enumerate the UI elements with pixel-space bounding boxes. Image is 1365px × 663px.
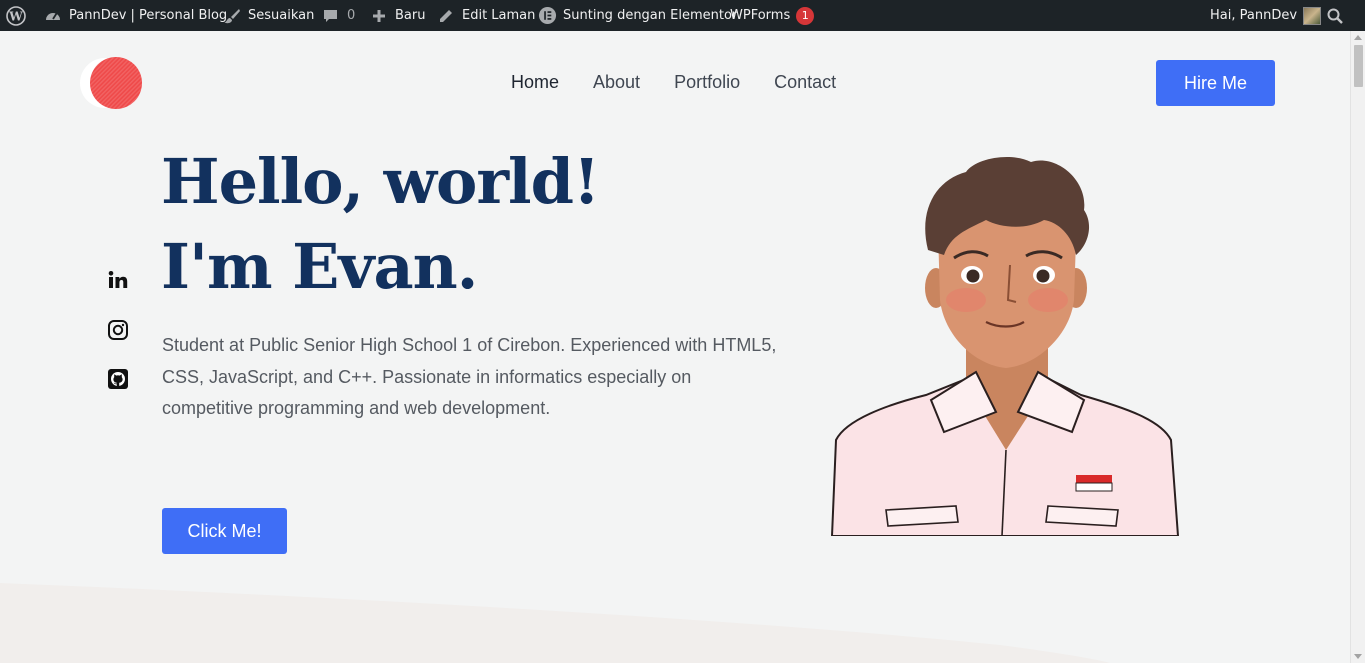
edit-page-label: Edit Laman <box>462 8 536 23</box>
my-account-menu[interactable]: Hai, PannDev <box>1210 0 1322 31</box>
wpforms-notification-badge: 1 <box>796 6 815 25</box>
search-icon <box>1325 6 1345 26</box>
nav-portfolio[interactable]: Portfolio <box>674 72 740 93</box>
comments-count: 0 <box>347 8 356 23</box>
greeting: Hai, PannDev <box>1210 8 1298 23</box>
wpforms-menu[interactable]: WPForms 1 <box>730 0 815 31</box>
site-name: PannDev | Personal Blog <box>69 8 228 23</box>
customize-label: Sesuaikan <box>248 8 315 23</box>
elementor-menu[interactable]: Sunting dengan Elementor <box>537 0 737 31</box>
wordpress-menu[interactable]: W <box>6 0 26 31</box>
page-scrollbar[interactable] <box>1350 31 1365 663</box>
portrait-illustration <box>826 150 1186 537</box>
github-icon[interactable] <box>107 368 129 390</box>
click-me-button[interactable]: Click Me! <box>162 508 287 554</box>
brush-icon <box>222 6 242 26</box>
edit-page-menu[interactable]: Edit Laman <box>436 0 535 31</box>
nav-about[interactable]: About <box>593 72 640 93</box>
hero-title-line-1: Hello, world! <box>161 145 600 218</box>
scroll-down-arrow-icon[interactable] <box>1354 654 1362 659</box>
linkedin-icon[interactable] <box>107 269 129 291</box>
site-name-menu[interactable]: PannDev | Personal Blog <box>43 0 227 31</box>
comment-icon <box>321 6 341 26</box>
pencil-icon <box>436 6 456 26</box>
search-button[interactable] <box>1325 0 1345 31</box>
plus-icon <box>369 6 389 26</box>
avatar <box>1303 6 1322 25</box>
wordpress-icon: W <box>6 5 26 26</box>
new-label: Baru <box>395 8 426 23</box>
nav-home[interactable]: Home <box>511 72 559 93</box>
admin-bar: W PannDev | Personal Blog Sesuaikan 0 Ba… <box>0 0 1365 31</box>
main-nav: Home About Portfolio Contact <box>511 72 836 93</box>
hero-description: Student at Public Senior High School 1 o… <box>162 335 777 418</box>
comments-menu[interactable]: 0 <box>321 0 355 31</box>
scroll-up-arrow-icon[interactable] <box>1354 35 1362 40</box>
hero-title-line-2: I'm Evan. <box>161 230 478 303</box>
svg-text:W: W <box>8 9 23 23</box>
scroll-thumb[interactable] <box>1354 45 1363 87</box>
dashboard-icon <box>43 6 63 26</box>
instagram-icon[interactable] <box>107 319 129 341</box>
customize-menu[interactable]: Sesuaikan <box>222 0 314 31</box>
wpforms-label: WPForms <box>730 8 791 23</box>
new-content-menu[interactable]: Baru <box>369 0 425 31</box>
hire-me-button[interactable]: Hire Me <box>1156 60 1275 106</box>
elementor-label: Sunting dengan Elementor <box>563 8 738 23</box>
section-divider-wave <box>0 583 1110 663</box>
site-logo[interactable] <box>79 57 143 109</box>
nav-contact[interactable]: Contact <box>774 72 836 93</box>
elementor-icon <box>537 6 557 26</box>
